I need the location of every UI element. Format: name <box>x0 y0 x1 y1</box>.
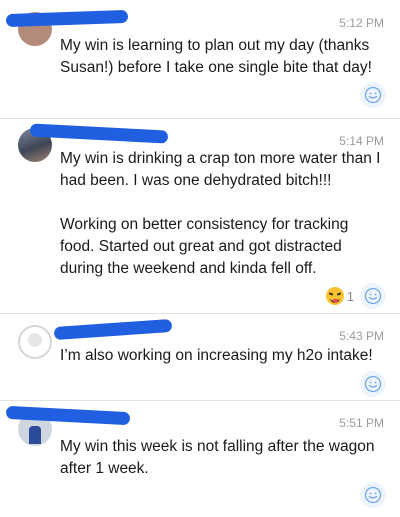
add-reaction-button[interactable] <box>360 482 386 508</box>
post-timestamp: 5:14 PM <box>339 134 384 148</box>
smiley-icon <box>364 287 382 305</box>
redacted-author-name <box>5 9 129 28</box>
post-text: My win is learning to plan out my day (t… <box>60 37 372 76</box>
comment-post: 5:43 PM I’m also working on increasing m… <box>0 313 400 400</box>
post-text: My win is drinking a crap ton more water… <box>60 150 381 277</box>
smiley-icon <box>364 486 382 504</box>
redacted-author-name <box>53 318 173 341</box>
smiley-icon <box>364 375 382 393</box>
add-reaction-button[interactable] <box>360 82 386 108</box>
comment-post: 5:14 PM My win is drinking a crap ton mo… <box>0 118 400 313</box>
post-text: I’m also working on increasing my h2o in… <box>60 347 373 364</box>
post-text: My win this week is not falling after th… <box>60 438 375 477</box>
post-timestamp: 5:43 PM <box>339 329 384 343</box>
add-reaction-button[interactable] <box>360 371 386 397</box>
avatar[interactable] <box>18 325 52 359</box>
reaction-count: 1 <box>346 288 354 304</box>
smiley-icon <box>364 86 382 104</box>
comment-post: 5:51 PM My win this week is not falling … <box>0 400 400 517</box>
tongue-out-emoji-icon <box>325 287 344 305</box>
comment-feed: 5:12 PM My win is learning to plan out m… <box>0 0 400 517</box>
post-timestamp: 5:12 PM <box>339 16 384 30</box>
post-timestamp: 5:51 PM <box>339 416 384 430</box>
add-reaction-button[interactable] <box>360 283 386 309</box>
reaction-chip[interactable]: 1 <box>325 284 354 308</box>
comment-post: 5:12 PM My win is learning to plan out m… <box>0 0 400 118</box>
